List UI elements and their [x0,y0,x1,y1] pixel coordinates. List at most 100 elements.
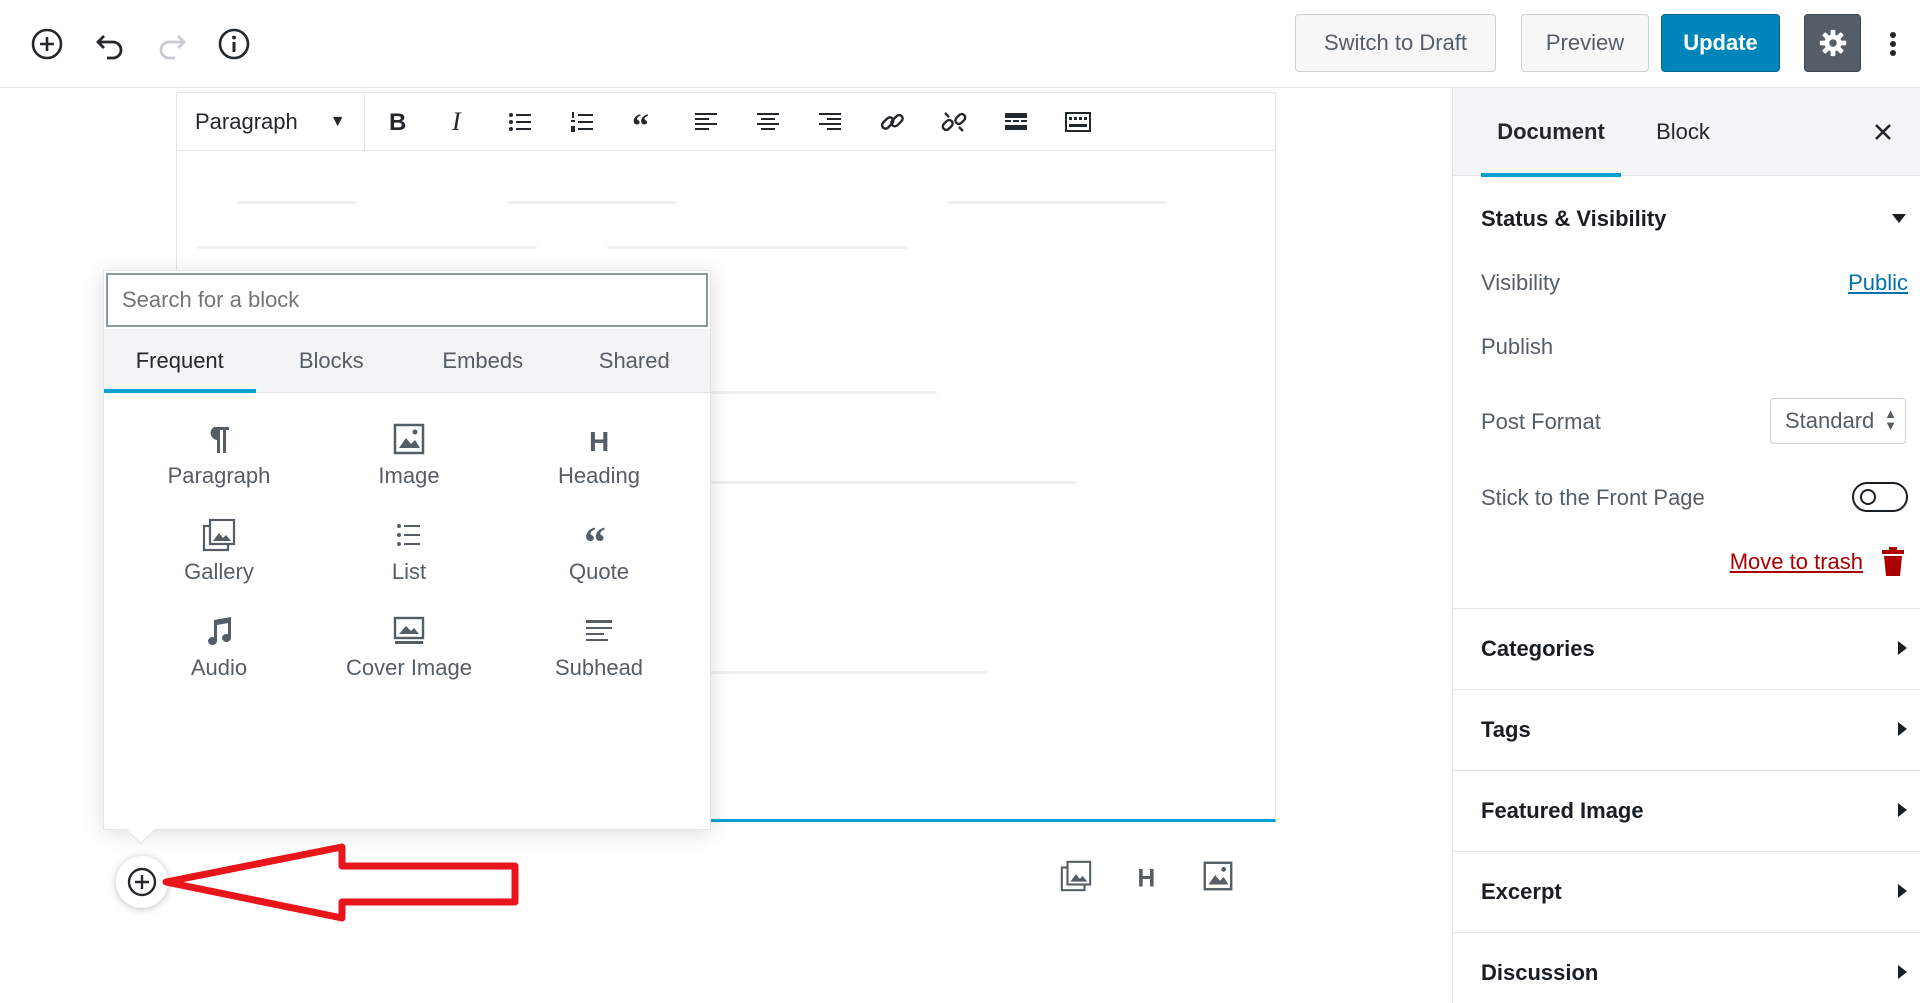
panel-discussion[interactable]: Discussion [1453,932,1920,1003]
chevron-right-icon [1898,965,1907,979]
block-inserter-popover: Frequent Blocks Embeds Shared Paragraph … [103,270,711,830]
chevron-right-icon [1898,722,1907,736]
tab-document[interactable]: Document [1481,88,1621,177]
align-center-button[interactable] [737,93,799,151]
panel-categories[interactable]: Categories [1453,608,1920,689]
svg-text:H: H [589,426,609,457]
sticky-toggle[interactable] [1852,482,1908,512]
list-icon [397,524,420,546]
block-item-label: List [391,559,427,584]
tab-block[interactable]: Block [1633,88,1733,176]
panel-title: Featured Image [1481,798,1644,823]
quick-insert-gallery-button[interactable] [1052,852,1100,900]
more-menu-button[interactable] [1873,20,1913,68]
link-button[interactable] [861,93,923,151]
undo-icon [96,35,123,60]
faint-text [507,201,677,204]
faint-text [607,246,907,249]
bullet-list-button[interactable] [489,93,551,151]
heading-icon: H [1138,865,1156,892]
block-item-list[interactable]: List [314,517,504,585]
chevron-down-icon[interactable] [1892,214,1906,223]
redo-icon [159,35,186,60]
content-info-button[interactable] [210,20,258,68]
block-item-audio[interactable]: Audio [124,613,314,681]
block-search-input[interactable] [106,273,708,327]
panel-title: Discussion [1481,960,1599,985]
block-item-quote[interactable]: “ Quote [504,517,694,585]
editor-header: Switch to Draft Preview Update [0,0,1920,88]
panel-title: Categories [1481,636,1595,661]
plus-circle-icon [127,867,157,897]
block-item-label: Heading [558,463,640,488]
svg-text:“: “ [632,108,649,137]
gear-icon [1819,29,1846,57]
tab-blocks[interactable]: Blocks [256,329,408,392]
quick-insert-heading-button[interactable]: H [1123,852,1171,900]
bold-button[interactable]: B [365,93,427,151]
panel-excerpt[interactable]: Excerpt [1453,851,1920,932]
switch-to-draft-button[interactable]: Switch to Draft [1295,14,1496,72]
italic-button[interactable]: I [427,93,489,151]
quick-insert-image-button[interactable] [1194,852,1242,900]
block-item-paragraph[interactable]: Paragraph [124,421,314,489]
align-left-icon [694,112,717,130]
link-icon [880,113,904,130]
settings-button[interactable] [1804,14,1861,72]
align-right-button[interactable] [799,93,861,151]
select-arrows-icon: ▲ ▼ [1884,406,1897,433]
close-icon [1875,124,1891,140]
close-sidebar-button[interactable] [1867,116,1899,148]
trash-icon[interactable] [1880,547,1906,577]
svg-text:H: H [1138,865,1156,892]
svg-text:B: B [389,109,406,136]
toolbar-toggle-button[interactable] [1047,93,1109,151]
cover-image-icon [393,616,425,644]
quote-button[interactable]: “ [613,93,675,151]
panel-title: Tags [1481,717,1531,742]
subhead-icon [586,620,612,641]
post-format-select[interactable]: Standard ▲ ▼ [1770,398,1906,444]
gallery-icon [202,518,236,552]
italic-icon: I [451,107,462,136]
block-type-switcher[interactable]: Paragraph ▼ [177,93,365,150]
numbered-list-button[interactable] [551,93,613,151]
more-vertical-icon [1890,32,1896,56]
visibility-link[interactable]: Public [1848,270,1908,296]
redo-button[interactable] [148,20,196,68]
faint-text [947,201,1167,204]
block-item-label: Audio [190,655,248,680]
block-item-label: Quote [569,559,629,584]
update-button[interactable]: Update [1661,14,1780,72]
panel-tags[interactable]: Tags [1453,689,1920,770]
settings-sidebar: Document Block Status & Visibility Visib… [1452,88,1920,1003]
numbered-list-icon [570,111,593,132]
plus-circle-icon [31,28,63,60]
paragraph-icon [210,426,229,453]
visibility-label: Visibility [1481,270,1561,295]
block-item-gallery[interactable]: Gallery [124,517,314,585]
align-left-button[interactable] [675,93,737,151]
move-to-trash-link[interactable]: Move to trash [1730,549,1863,575]
block-item-cover-image[interactable]: Cover Image [314,613,504,681]
faint-text [697,391,937,394]
read-more-button[interactable] [985,93,1047,151]
panel-title-status-visibility[interactable]: Status & Visibility [1481,206,1666,232]
unlink-button[interactable] [923,93,985,151]
block-item-image[interactable]: Image [314,421,504,489]
tab-shared[interactable]: Shared [559,329,711,392]
faint-text [697,671,987,674]
tab-frequent[interactable]: Frequent [104,329,256,393]
preview-button[interactable]: Preview [1521,14,1649,72]
quote-icon: “ [632,108,649,137]
publish-label: Publish [1481,334,1554,359]
undo-button[interactable] [86,20,134,68]
align-right-icon [818,112,841,130]
block-item-heading[interactable]: H Heading [504,421,694,489]
tab-embeds[interactable]: Embeds [407,329,559,392]
post-format-value: Standard [1785,408,1875,433]
block-item-subhead[interactable]: Subhead [504,613,694,681]
panel-featured-image[interactable]: Featured Image [1453,770,1920,851]
add-block-button[interactable] [23,20,71,68]
sticky-label: Stick to the Front Page [1481,485,1705,510]
